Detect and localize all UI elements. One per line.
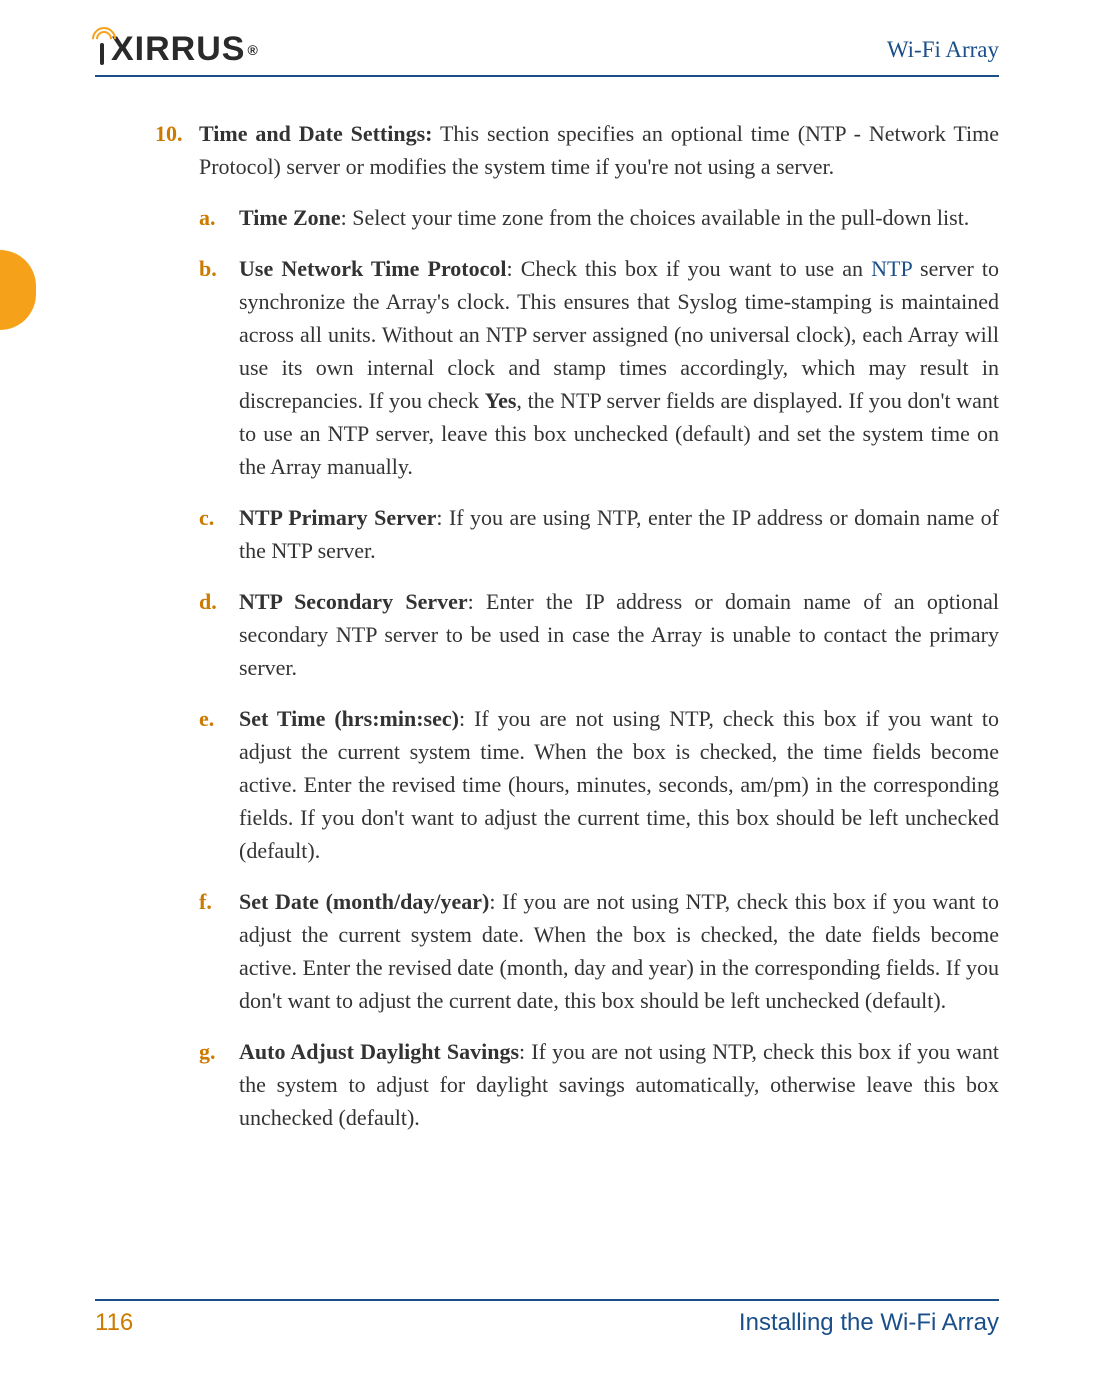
subitem-body: NTP Primary Server: If you are using NTP… (239, 501, 999, 567)
subitem-letter: g. (199, 1035, 239, 1134)
section-name: Installing the Wi-Fi Array (739, 1309, 999, 1337)
subitem-body: Use Network Time Protocol: Check this bo… (239, 252, 999, 483)
subitem-letter: b. (199, 252, 239, 483)
subitem-letter: c. (199, 501, 239, 567)
subitem-title: Set Time (hrs:min:sec) (239, 706, 459, 731)
subitem-body: NTP Secondary Server: Enter the IP addre… (239, 585, 999, 684)
subitem-body: Time Zone: Select your time zone from th… (239, 201, 999, 234)
subitem-e: e. Set Time (hrs:min:sec): If you are no… (199, 702, 999, 867)
logo-text: XIRRUS (111, 30, 245, 69)
subitem-letter: a. (199, 201, 239, 234)
subitem-title: NTP Primary Server (239, 505, 436, 530)
subitem-body: Set Time (hrs:min:sec): If you are not u… (239, 702, 999, 867)
subitem-text-prefix: : Check this box if you want to use an (507, 256, 872, 281)
side-tab-icon (0, 250, 36, 330)
subitem-f: f. Set Date (month/day/year): If you are… (199, 885, 999, 1017)
ntp-link[interactable]: NTP (871, 256, 912, 281)
yes-label: Yes (485, 388, 517, 413)
page-footer: 116 Installing the Wi-Fi Array (95, 1299, 999, 1337)
subitem-g: g. Auto Adjust Daylight Savings: If you … (199, 1035, 999, 1134)
subitem-body: Set Date (month/day/year): If you are no… (239, 885, 999, 1017)
page: XIRRUS® Wi-Fi Array 10. Time and Date Se… (0, 0, 1094, 1381)
subitem-b: b. Use Network Time Protocol: Check this… (199, 252, 999, 483)
brand-logo: XIRRUS® (95, 30, 259, 69)
item-number: 10. (155, 117, 199, 183)
subitem-title: Auto Adjust Daylight Savings (239, 1039, 519, 1064)
content-body: 10. Time and Date Settings: This section… (95, 117, 999, 1134)
registered-mark: ® (247, 42, 258, 58)
subitem-body: Auto Adjust Daylight Savings: If you are… (239, 1035, 999, 1134)
subitem-letter: d. (199, 585, 239, 684)
item-title: Time and Date Settings: (199, 121, 433, 146)
antenna-icon (95, 33, 109, 67)
subitem-title: Set Date (month/day/year) (239, 889, 489, 914)
product-name: Wi-Fi Array (887, 37, 999, 63)
subitem-text: : Select your time zone from the choices… (341, 205, 970, 230)
subitem-letter: f. (199, 885, 239, 1017)
page-header: XIRRUS® Wi-Fi Array (95, 30, 999, 77)
subitem-d: d. NTP Secondary Server: Enter the IP ad… (199, 585, 999, 684)
subitem-letter: e. (199, 702, 239, 867)
subitem-c: c. NTP Primary Server: If you are using … (199, 501, 999, 567)
subitem-a: a. Time Zone: Select your time zone from… (199, 201, 999, 234)
item-body: Time and Date Settings: This section spe… (199, 117, 999, 183)
list-item-10: 10. Time and Date Settings: This section… (155, 117, 999, 183)
subitem-title: Time Zone (239, 205, 341, 230)
sublist: a. Time Zone: Select your time zone from… (199, 201, 999, 1134)
subitem-title: Use Network Time Protocol (239, 256, 507, 281)
page-number: 116 (95, 1309, 133, 1337)
subitem-title: NTP Secondary Server (239, 589, 468, 614)
